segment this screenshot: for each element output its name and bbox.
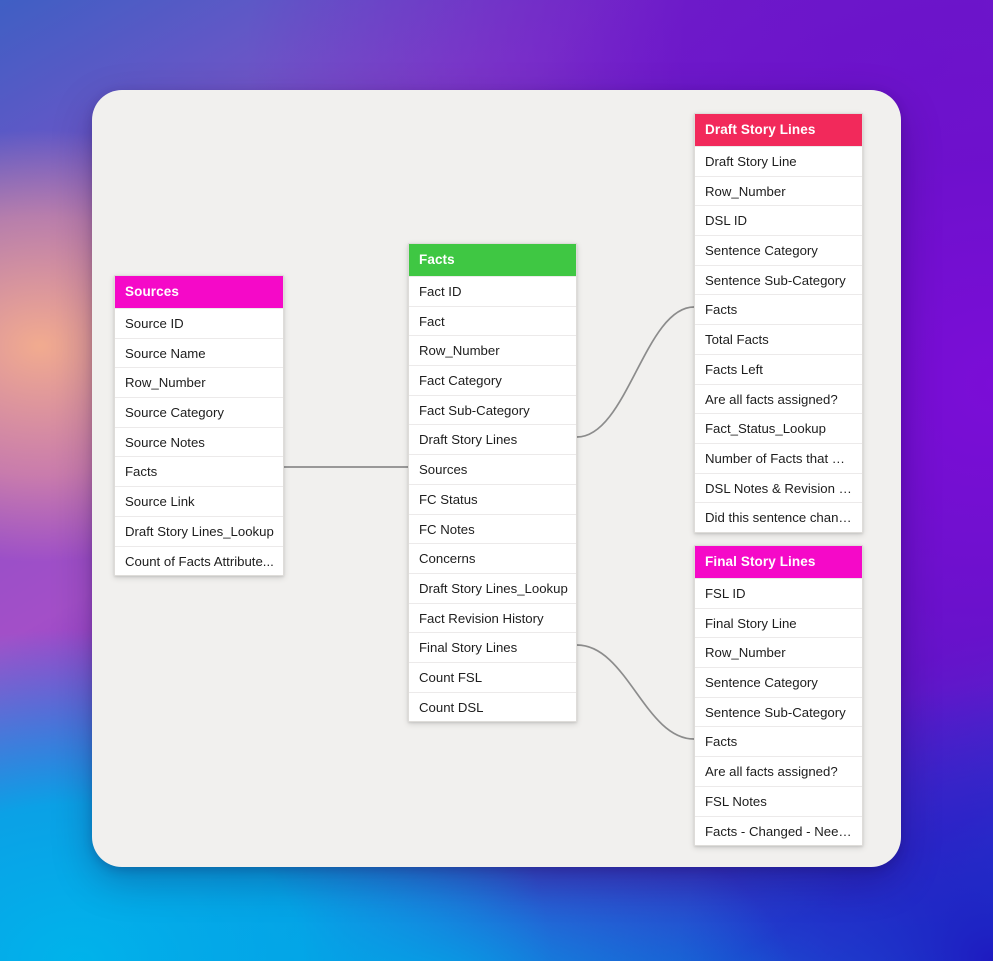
field-row[interactable]: Sentence Category [695,235,862,265]
field-row[interactable]: Fact ID [409,276,576,306]
entity-table-sources[interactable]: Sources Source ID Source Name Row_Number… [114,275,284,577]
field-row[interactable]: Facts [695,294,862,324]
field-row[interactable]: Source Link [115,486,283,516]
field-row[interactable]: Final Story Line [695,607,862,638]
field-row[interactable]: Draft Story Lines [409,424,576,454]
field-row[interactable]: Row_Number [695,637,862,667]
table-header-facts[interactable]: Facts [409,244,576,276]
field-row[interactable]: Source Notes [115,426,283,457]
field-row[interactable]: Fact [409,305,576,336]
field-row[interactable]: Source Category [115,397,283,427]
field-row[interactable]: Fact Sub-Category [409,394,576,425]
field-row[interactable]: Are all facts assigned? [695,383,862,414]
field-row[interactable]: Final Story Lines [409,632,576,662]
field-row[interactable]: FSL ID [695,578,862,608]
field-row[interactable]: Did this sentence chang... [695,502,862,532]
field-row[interactable]: Count DSL [409,691,576,722]
table-header-final-story-lines[interactable]: Final Story Lines [695,546,862,578]
field-row[interactable]: Count of Facts Attribute... [115,545,283,576]
field-row[interactable]: Fact Revision History [409,602,576,633]
field-row[interactable]: Row_Number [695,175,862,206]
field-row[interactable]: Fact Category [409,365,576,395]
field-row[interactable]: FC Status [409,483,576,514]
table-header-draft-story-lines[interactable]: Draft Story Lines [695,114,862,146]
field-row[interactable]: FSL Notes [695,785,862,816]
field-row[interactable]: FC Notes [409,513,576,544]
field-row[interactable]: Total Facts [695,324,862,354]
field-row[interactable]: Draft Story Lines_Lookup [409,572,576,603]
field-row[interactable]: Facts [695,726,862,756]
field-row[interactable]: Row_Number [115,367,283,397]
field-row[interactable]: Facts [115,456,283,486]
field-row[interactable]: Row_Number [409,335,576,365]
field-row[interactable]: Source ID [115,308,283,338]
entity-table-final-story-lines[interactable]: Final Story Lines FSL ID Final Story Lin… [694,545,863,847]
field-row[interactable]: Are all facts assigned? [695,756,862,786]
field-row[interactable]: Sentence Sub-Category [695,264,862,295]
field-row[interactable]: Source Name [115,337,283,368]
field-row[interactable]: Sentence Category [695,667,862,697]
entity-table-facts[interactable]: Facts Fact ID Fact Row_Number Fact Categ… [408,243,577,723]
entity-table-draft-story-lines[interactable]: Draft Story Lines Draft Story Line Row_N… [694,113,863,533]
field-row[interactable]: Concerns [409,543,576,573]
field-row[interactable]: Facts - Changed - Need... [695,815,862,846]
field-row[interactable]: DSL ID [695,205,862,235]
field-row[interactable]: Sources [409,454,576,484]
field-row[interactable]: Number of Facts that Ne... [695,442,862,473]
field-row[interactable]: Draft Story Line [695,146,862,176]
field-row[interactable]: Fact_Status_Lookup [695,413,862,443]
field-row[interactable]: DSL Notes & Revision Hi... [695,472,862,503]
field-row[interactable]: Facts Left [695,353,862,384]
desktop-wallpaper: Sources Source ID Source Name Row_Number… [0,0,993,961]
field-row[interactable]: Count FSL [409,661,576,692]
field-row[interactable]: Sentence Sub-Category [695,696,862,727]
field-row[interactable]: Draft Story Lines_Lookup [115,515,283,546]
table-header-sources[interactable]: Sources [115,276,283,308]
